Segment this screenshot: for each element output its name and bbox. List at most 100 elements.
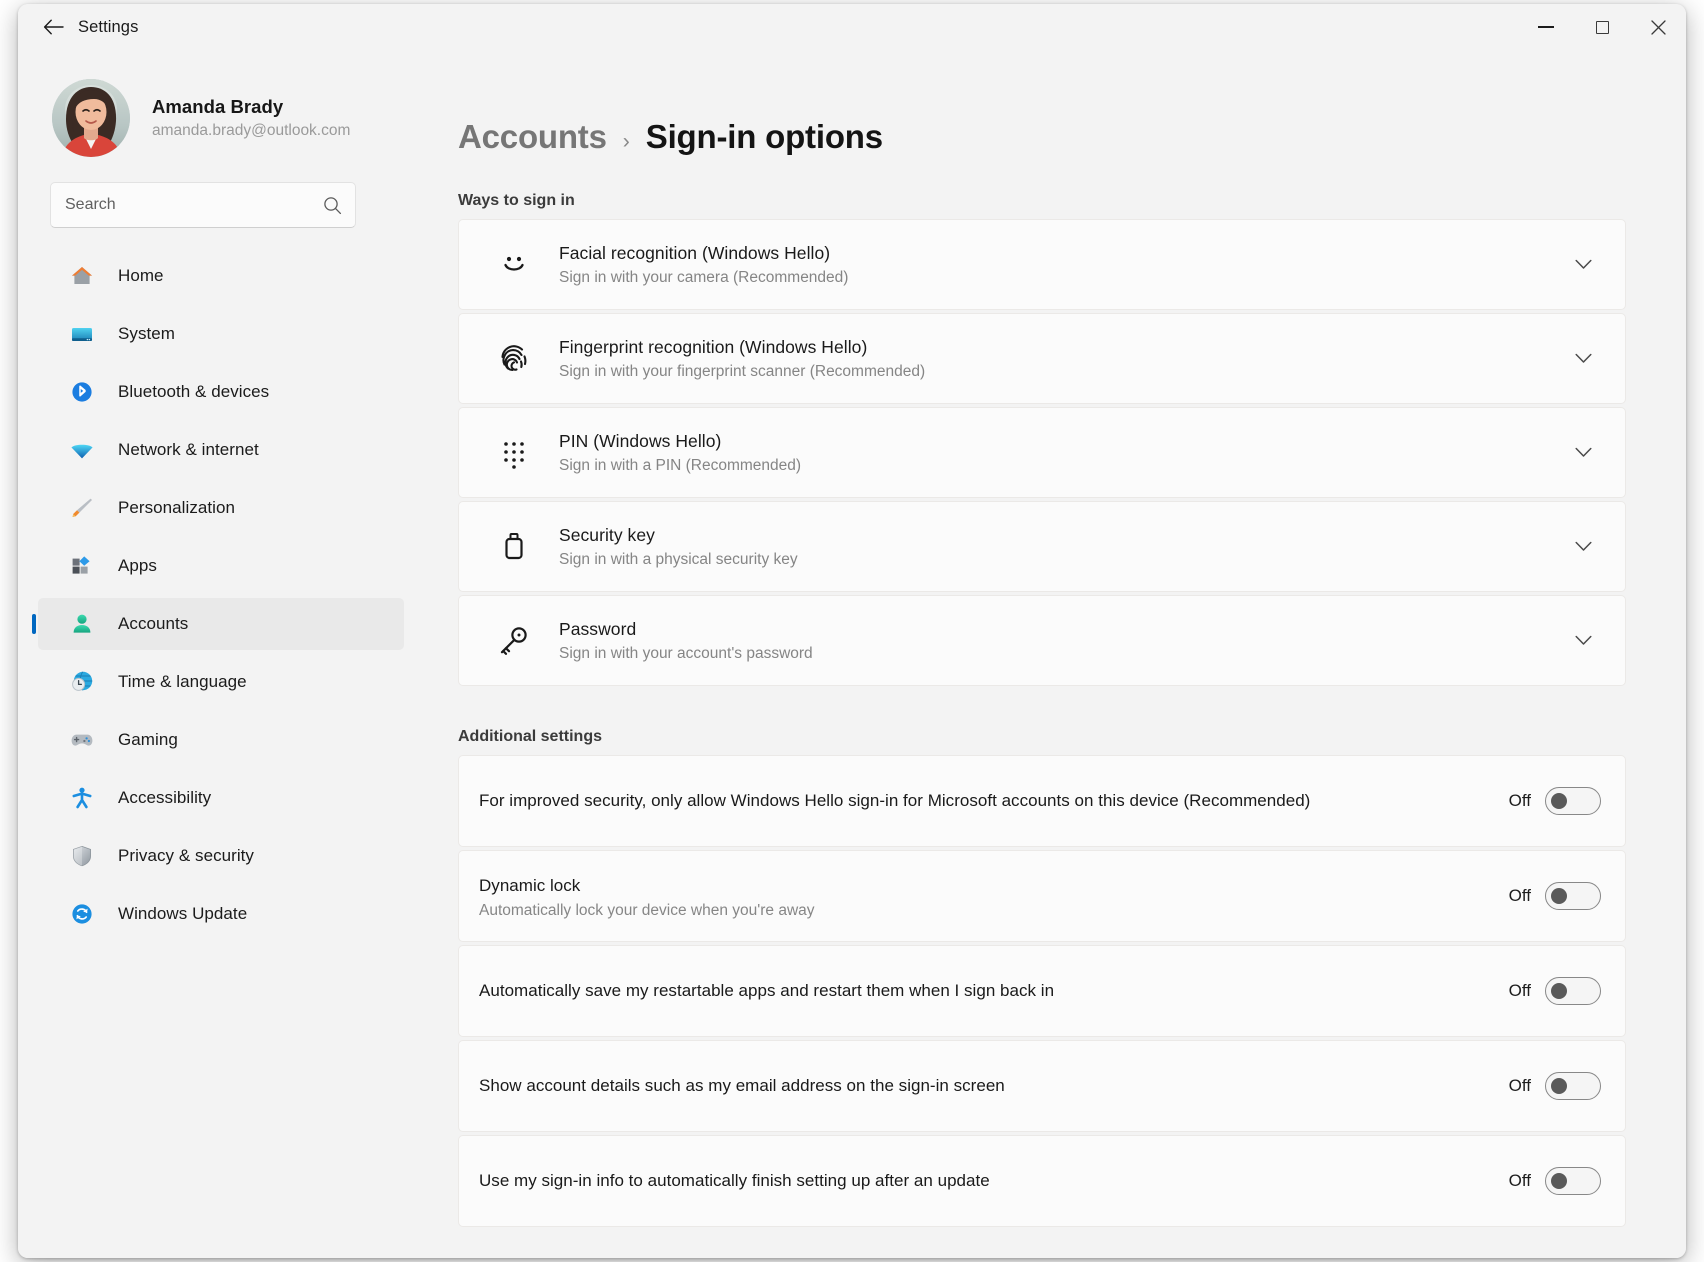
option-title: Fingerprint recognition (Windows Hello) — [559, 336, 868, 357]
chevron-down-icon[interactable] — [1565, 353, 1601, 364]
toggle-group[interactable]: Off — [1509, 1072, 1601, 1100]
pin-keypad-icon — [493, 432, 535, 474]
toggle-knob — [1551, 1078, 1567, 1094]
sidebar-item-label: Apps — [118, 556, 157, 575]
signin-option-pin[interactable]: PIN (Windows Hello) Sign in with a PIN (… — [458, 407, 1626, 498]
toggle-switch[interactable] — [1545, 977, 1601, 1005]
sidebar-item-accessibility[interactable]: Accessibility — [38, 772, 404, 824]
search-icon — [321, 196, 343, 215]
wifi-icon — [68, 436, 96, 464]
signin-option-fingerprint-recognition[interactable]: Fingerprint recognition (Windows Hello) … — [458, 313, 1626, 404]
card-text: Fingerprint recognition (Windows Hello) … — [559, 337, 1565, 381]
back-arrow-icon — [43, 19, 64, 35]
sidebar-item-label: Bluetooth & devices — [118, 382, 270, 401]
toggle-state-label: Off — [1508, 886, 1531, 905]
maximize-icon — [1595, 20, 1609, 34]
sidebar-item-network-internet[interactable]: Network & internet — [38, 424, 404, 476]
setting-row-finish-setup-after-update[interactable]: Use my sign-in info to automatically fin… — [458, 1135, 1626, 1227]
sidebar-item-label: Accounts — [118, 614, 189, 633]
sidebar-item-label: Gaming — [118, 730, 178, 749]
clock-globe-icon — [68, 668, 96, 696]
close-button[interactable] — [1630, 4, 1686, 50]
fingerprint-icon — [493, 338, 535, 380]
sidebar: Amanda Brady amanda.brady@outlook.com Se… — [18, 50, 418, 1258]
toggle-switch[interactable] — [1545, 787, 1601, 815]
toggle-switch[interactable] — [1545, 1072, 1601, 1100]
signin-option-password[interactable]: Password Sign in with your account's pas… — [458, 595, 1626, 686]
chevron-down-icon[interactable] — [1565, 447, 1601, 458]
sidebar-item-label: Privacy & security — [118, 846, 254, 865]
toggle-group[interactable]: Off — [1509, 977, 1601, 1005]
toggle-group[interactable]: Off — [1509, 882, 1601, 910]
sidebar-item-system[interactable]: System — [38, 308, 404, 360]
option-title: Password — [559, 618, 637, 639]
sidebar-item-label: Home — [118, 266, 164, 285]
usb-key-icon — [493, 526, 535, 568]
sidebar-item-home[interactable]: Home — [38, 250, 404, 302]
option-subtitle: Sign in with your fingerprint scanner (R… — [559, 362, 926, 380]
option-subtitle: Sign in with your account's password — [559, 644, 813, 662]
window-controls — [1518, 4, 1686, 50]
sidebar-item-windows-update[interactable]: Windows Update — [38, 888, 404, 940]
toggle-group[interactable]: Off — [1509, 1167, 1601, 1195]
toggle-switch[interactable] — [1545, 882, 1601, 910]
paintbrush-icon — [68, 494, 96, 522]
profile-text: Amanda Brady amanda.brady@outlook.com — [152, 96, 350, 140]
sidebar-item-label: System — [118, 324, 175, 343]
breadcrumb-parent[interactable]: Accounts — [458, 118, 607, 156]
card-text: Facial recognition (Windows Hello) Sign … — [559, 243, 1565, 287]
gamepad-icon — [68, 726, 96, 754]
maximize-button[interactable] — [1574, 4, 1630, 50]
close-icon — [1650, 19, 1666, 35]
sidebar-item-time-language[interactable]: Time & language — [38, 656, 404, 708]
refresh-icon — [68, 900, 96, 928]
chevron-down-icon[interactable] — [1565, 259, 1601, 270]
back-button[interactable] — [32, 10, 74, 44]
setting-title: Automatically save my restartable apps a… — [479, 981, 1055, 1001]
signin-option-facial-recognition[interactable]: Facial recognition (Windows Hello) Sign … — [458, 219, 1626, 310]
setting-row-show-account-details[interactable]: Show account details such as my email ad… — [458, 1040, 1626, 1132]
toggle-knob — [1551, 983, 1567, 999]
sidebar-item-accounts[interactable]: Accounts — [38, 598, 404, 650]
toggle-knob — [1551, 793, 1567, 809]
sidebar-item-apps[interactable]: Apps — [38, 540, 404, 592]
sidebar-item-label: Windows Update — [118, 904, 248, 923]
option-subtitle: Sign in with your camera (Recommended) — [559, 268, 849, 286]
setting-text: Automatically save my restartable apps a… — [479, 977, 1509, 1005]
bluetooth-icon — [68, 378, 96, 406]
search-box[interactable] — [50, 182, 356, 228]
search-input[interactable] — [65, 196, 321, 214]
option-title: PIN (Windows Hello) — [559, 430, 722, 451]
minimize-button[interactable] — [1518, 4, 1574, 50]
chevron-down-icon[interactable] — [1565, 541, 1601, 552]
setting-row-restartable-apps[interactable]: Automatically save my restartable apps a… — [458, 945, 1626, 1037]
toggle-state-label: Off — [1508, 1076, 1531, 1095]
toggle-knob — [1551, 888, 1567, 904]
sidebar-item-label: Time & language — [118, 672, 247, 691]
signin-option-security-key[interactable]: Security key Sign in with a physical sec… — [458, 501, 1626, 592]
additional-settings-heading: Additional settings — [458, 728, 602, 745]
smiley-face-icon — [493, 244, 535, 286]
setting-text: Use my sign-in info to automatically fin… — [479, 1167, 1509, 1195]
card-text: Password Sign in with your account's pas… — [559, 619, 1565, 663]
profile-name: Amanda Brady — [152, 96, 284, 117]
sidebar-item-bluetooth-devices[interactable]: Bluetooth & devices — [38, 366, 404, 418]
toggle-state-label: Off — [1508, 1171, 1531, 1190]
shield-icon — [68, 842, 96, 870]
ways-to-sign-in-heading: Ways to sign in — [458, 192, 575, 209]
toggle-group[interactable]: Off — [1509, 787, 1601, 815]
sidebar-item-label: Personalization — [118, 498, 235, 517]
sidebar-item-privacy-security[interactable]: Privacy & security — [38, 830, 404, 882]
setting-title: For improved security, only allow Window… — [479, 791, 1311, 811]
sidebar-item-gaming[interactable]: Gaming — [38, 714, 404, 766]
toggle-switch[interactable] — [1545, 1167, 1601, 1195]
chevron-down-icon[interactable] — [1565, 635, 1601, 646]
setting-row-windows-hello-only[interactable]: For improved security, only allow Window… — [458, 755, 1626, 847]
setting-row-dynamic-lock[interactable]: Dynamic lock Automatically lock your dev… — [458, 850, 1626, 942]
profile-section[interactable]: Amanda Brady amanda.brady@outlook.com — [52, 72, 418, 164]
option-title: Security key — [559, 524, 655, 545]
toggle-state-label: Off — [1508, 981, 1531, 1000]
sidebar-item-personalization[interactable]: Personalization — [38, 482, 404, 534]
option-title: Facial recognition (Windows Hello) — [559, 242, 831, 263]
title-bar: Settings — [18, 4, 1686, 50]
